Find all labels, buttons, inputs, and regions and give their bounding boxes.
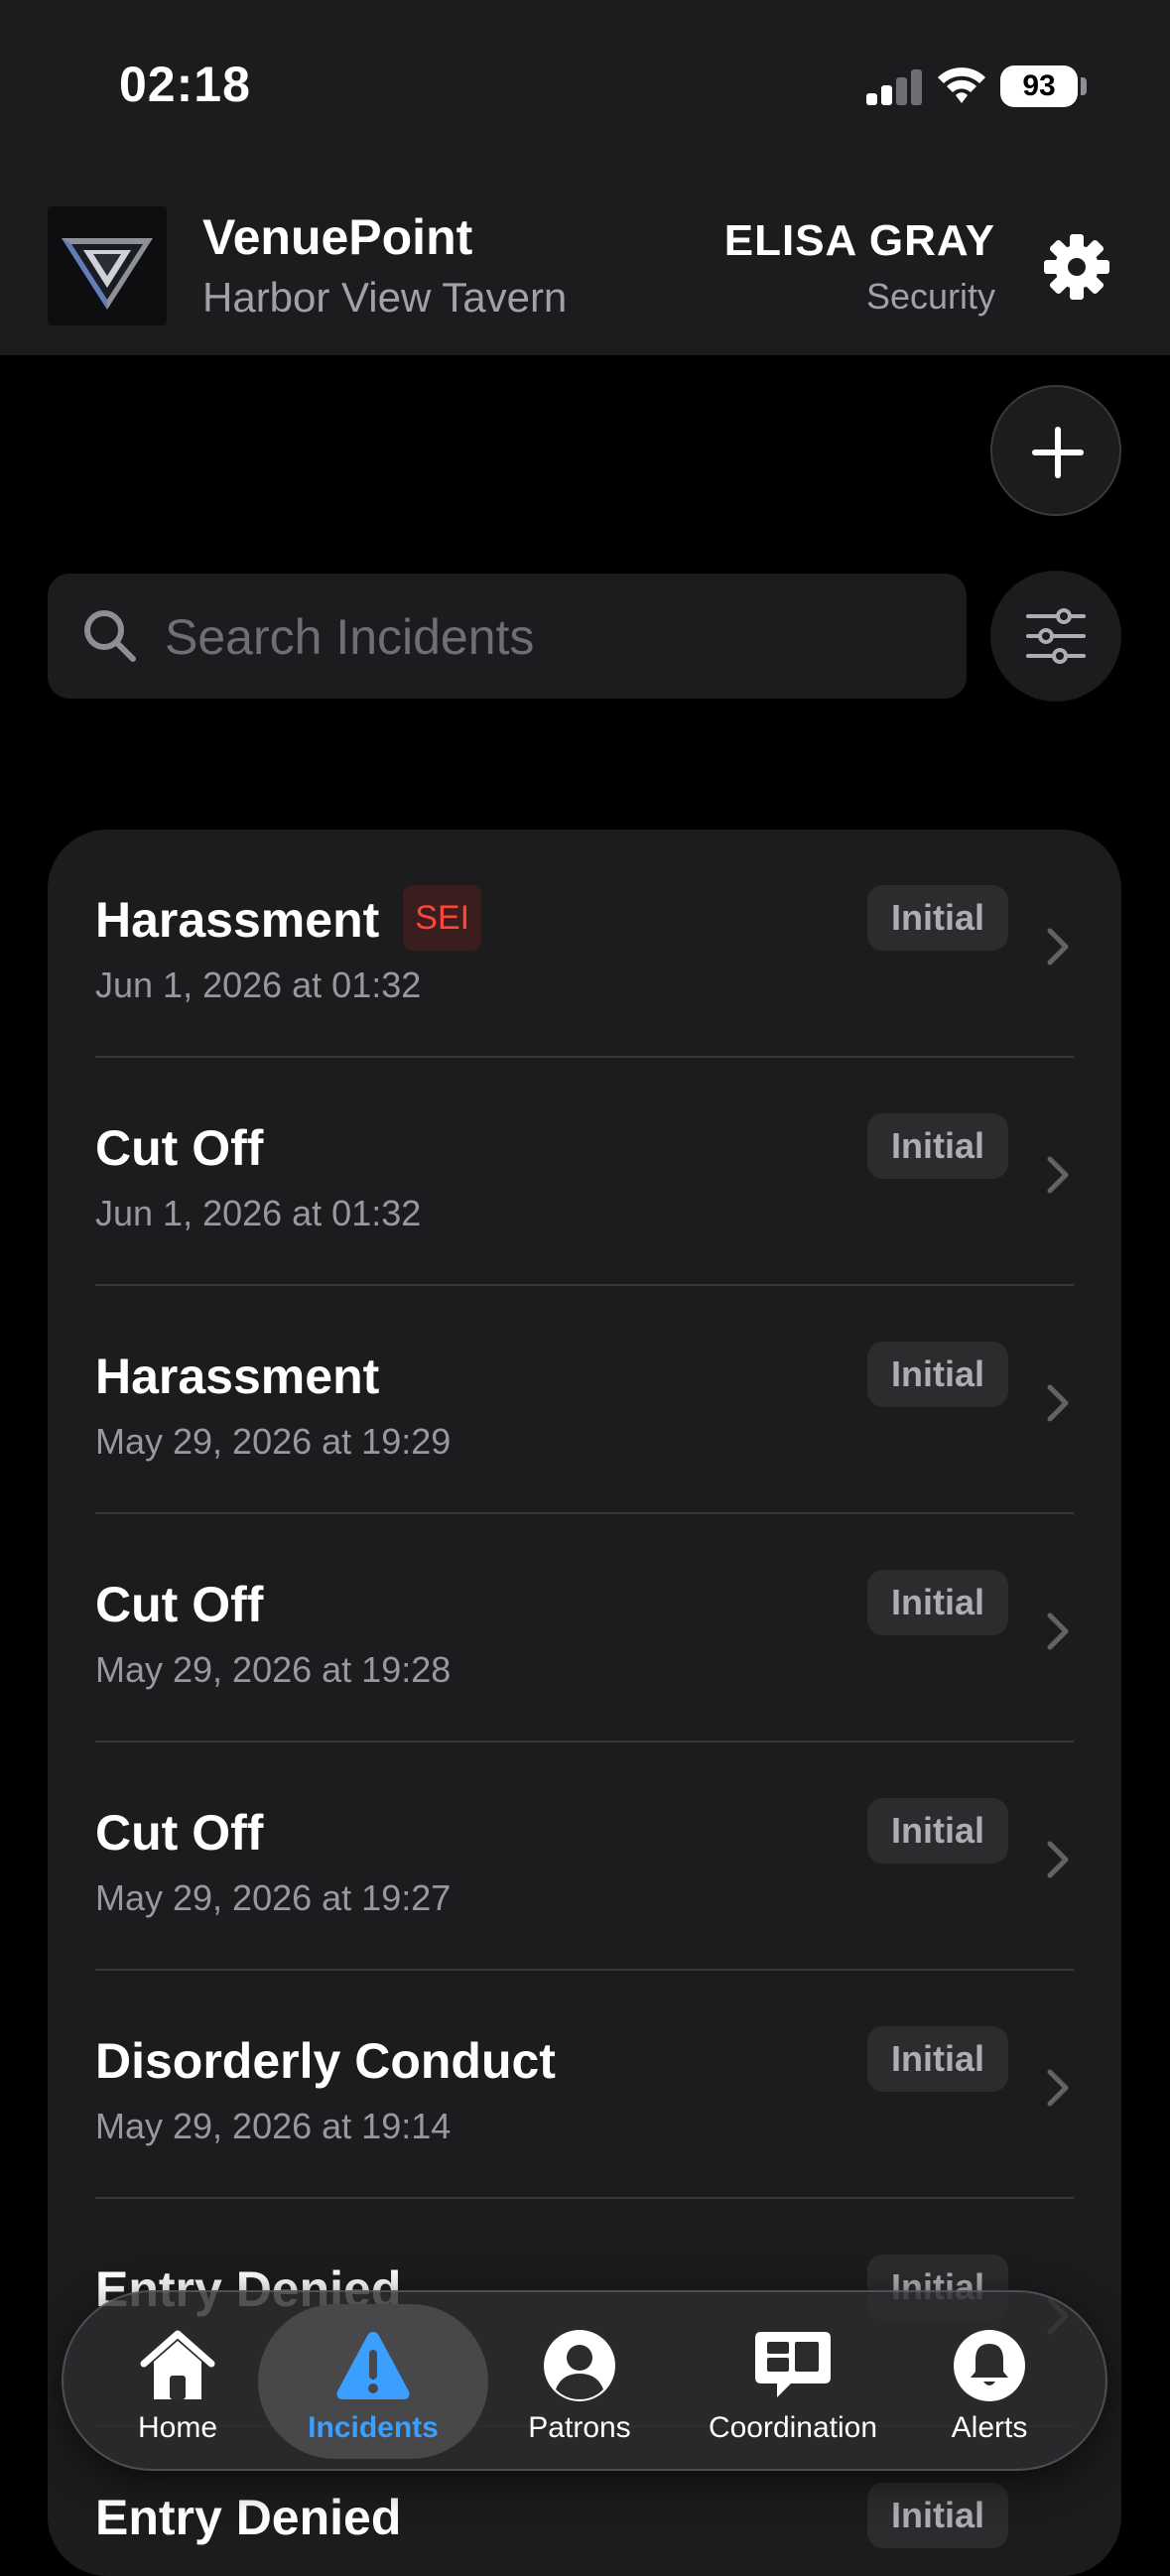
chat-bubble-icon	[755, 2332, 831, 2397]
incident-title: Cut Off	[95, 1120, 264, 1176]
cellular-signal-icon	[866, 69, 924, 105]
status-badge: Initial	[866, 2026, 1008, 2092]
incident-date: May 29, 2026 at 19:14	[95, 2106, 452, 2146]
chevron-right-icon	[1047, 2069, 1069, 2107]
venue-name: Harbor View Tavern	[202, 274, 568, 321]
chevron-right-icon	[1047, 1384, 1069, 1422]
status-badge: Initial	[866, 1342, 1008, 1407]
wifi-icon	[938, 67, 985, 103]
tab-incidents[interactable]: Incidents	[258, 2292, 488, 2469]
status-badge: Initial	[866, 2483, 1008, 2548]
warning-triangle-icon	[336, 2332, 410, 2399]
app-title: VenuePoint	[202, 209, 473, 265]
filter-button[interactable]	[990, 571, 1121, 702]
add-incident-button[interactable]	[990, 385, 1121, 516]
incident-title: Cut Off	[95, 1577, 264, 1632]
house-icon	[140, 2330, 215, 2399]
chevron-right-icon	[1047, 928, 1069, 966]
incident-title: Cut Off	[95, 1805, 264, 1861]
tab-alerts[interactable]: Alerts	[915, 2292, 1064, 2469]
incident-row[interactable]: Disorderly Conduct May 29, 2026 at 19:14…	[95, 1971, 1074, 2199]
incident-title: Entry Denied	[95, 2490, 402, 2545]
venuepoint-logo-icon	[48, 206, 167, 325]
incident-row[interactable]: Harassment May 29, 2026 at 19:29 Initial	[95, 1286, 1074, 1514]
search-bar[interactable]	[48, 574, 967, 701]
status-bar: 02:18 93	[0, 0, 1170, 169]
status-badge: Initial	[866, 885, 1008, 951]
incident-row[interactable]: Harassment SEI Jun 1, 2026 at 01:32 Initi…	[95, 830, 1074, 1058]
user-name: ELISA GRAY	[723, 216, 995, 265]
chevron-right-icon	[1047, 1156, 1069, 1194]
incident-date: Jun 1, 2026 at 01:32	[95, 965, 422, 1005]
gear-icon[interactable]	[1042, 232, 1111, 302]
incident-title: Harassment	[95, 892, 380, 949]
tab-coordination[interactable]: Coordination	[679, 2292, 907, 2469]
tab-home[interactable]: Home	[103, 2292, 252, 2469]
search-icon	[84, 610, 136, 662]
incident-title: Harassment	[95, 1349, 380, 1404]
status-badge: Initial	[866, 1113, 1008, 1179]
app-header: VenuePoint Harbor View Tavern ELISA GRAY…	[0, 169, 1170, 355]
incident-date: May 29, 2026 at 19:28	[95, 1649, 452, 1690]
incident-row[interactable]: Cut Off May 29, 2026 at 19:28 Initial	[95, 1514, 1074, 1742]
incident-row[interactable]: Cut Off Jun 1, 2026 at 01:32 Initial	[95, 1058, 1074, 1286]
chevron-right-icon	[1047, 1841, 1069, 1878]
battery-cap	[1081, 77, 1087, 95]
tab-label: Alerts	[951, 2411, 1028, 2444]
status-badge: Initial	[866, 1798, 1008, 1864]
person-circle-icon	[544, 2330, 615, 2401]
incident-title: Disorderly Conduct	[95, 2033, 556, 2089]
tab-bar: Home Incidents Patrons Coordination Aler…	[62, 2290, 1107, 2471]
incident-date: Jun 1, 2026 at 01:32	[95, 1193, 422, 1233]
tab-patrons[interactable]: Patrons	[490, 2292, 669, 2469]
plus-icon	[1032, 427, 1084, 478]
battery-indicator: 93	[1000, 65, 1078, 107]
incident-row[interactable]: Cut Off May 29, 2026 at 19:27 Initial	[95, 1742, 1074, 1971]
tab-label: Patrons	[528, 2411, 631, 2444]
incident-date: May 29, 2026 at 19:29	[95, 1421, 452, 1462]
incident-title-wrap: Harassment SEI	[95, 885, 482, 957]
chevron-right-icon	[1047, 1612, 1069, 1650]
status-badge: Initial	[866, 1570, 1008, 1635]
search-input[interactable]	[163, 574, 941, 701]
user-role: Security	[865, 276, 995, 317]
tab-label: Coordination	[708, 2411, 878, 2444]
sei-badge: SEI	[403, 885, 482, 951]
tab-label: Incidents	[308, 2411, 439, 2444]
incident-date: May 29, 2026 at 19:27	[95, 1877, 452, 1918]
sliders-icon	[1026, 608, 1086, 664]
tab-label: Home	[137, 2411, 218, 2444]
status-time: 02:18	[119, 57, 251, 112]
bell-icon	[954, 2330, 1025, 2401]
